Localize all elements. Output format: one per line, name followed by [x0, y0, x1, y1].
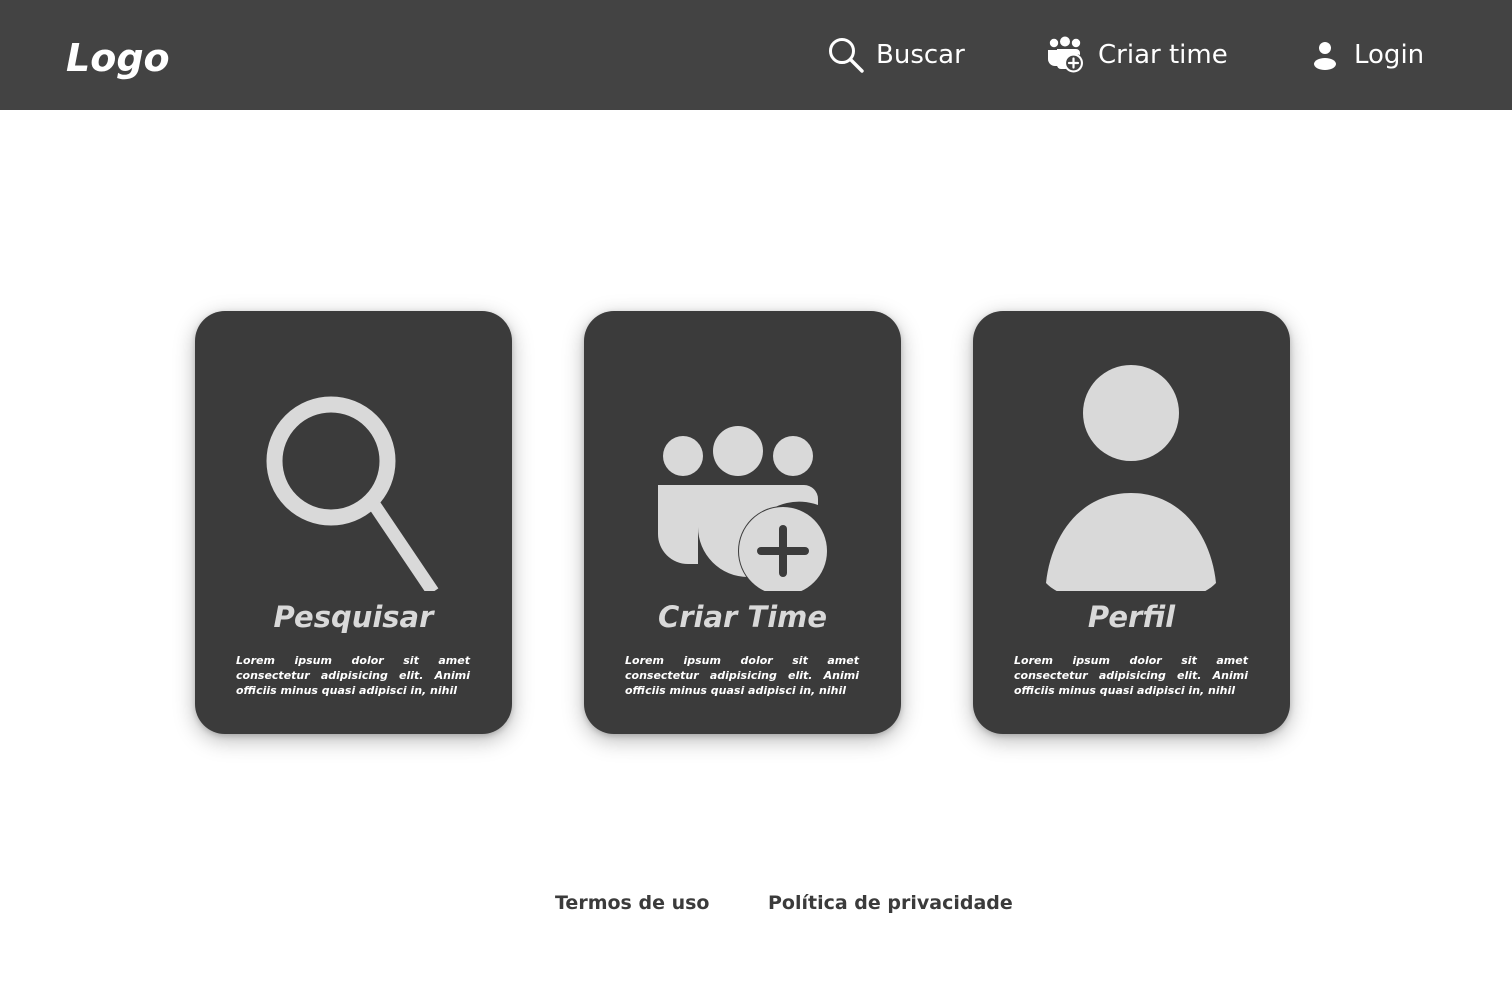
card-description: Lorem ipsum dolor sit amet consectetur a… — [1014, 654, 1248, 697]
logo[interactable]: Logo — [66, 34, 170, 82]
navbar: Logo Buscar Criar time Login — [0, 0, 1512, 110]
card-title: Pesquisar — [273, 600, 434, 634]
team-add-icon — [1048, 36, 1083, 73]
nav-search-button[interactable]: Buscar — [828, 30, 965, 80]
user-icon — [1314, 42, 1336, 70]
card-description: Lorem ipsum dolor sit amet consectetur a… — [625, 654, 859, 697]
card-description: Lorem ipsum dolor sit amet consectetur a… — [236, 654, 470, 697]
card-profile[interactable]: Perfil Lorem ipsum dolor sit amet consec… — [973, 311, 1290, 734]
nav-create-team-button[interactable]: Criar time — [1046, 30, 1228, 80]
search-icon — [829, 38, 864, 73]
nav-create-team-label: Criar time — [1098, 40, 1228, 70]
card-create-team[interactable]: Criar Time Lorem ipsum dolor sit amet co… — [584, 311, 901, 734]
nav-login-label: Login — [1354, 40, 1425, 70]
nav-login-button[interactable]: Login — [1308, 30, 1424, 80]
card-title: Criar Time — [657, 600, 828, 634]
team-add-icon — [658, 426, 828, 591]
user-icon — [1046, 365, 1216, 591]
footer-terms-link[interactable]: Termos de uso — [555, 892, 709, 914]
nav-search-label: Buscar — [876, 40, 965, 70]
card-search[interactable]: Pesquisar Lorem ipsum dolor sit amet con… — [195, 311, 512, 734]
footer-privacy-link[interactable]: Política de privacidade — [768, 892, 1013, 914]
search-icon — [266, 396, 439, 591]
card-title: Perfil — [1087, 600, 1176, 634]
